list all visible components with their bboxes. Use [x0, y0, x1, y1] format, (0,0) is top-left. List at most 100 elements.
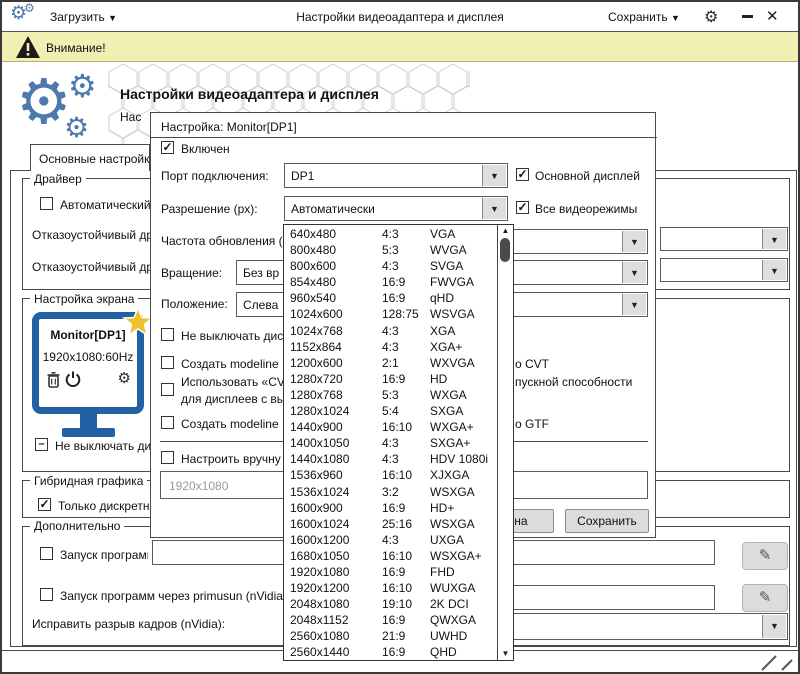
group-hybrid-title: Гибридная графика [30, 474, 147, 488]
manual-checkbox[interactable] [161, 451, 174, 464]
resolution-option-res: 1280x768 [290, 387, 382, 403]
scrollbar[interactable]: ▲ ▼ [497, 225, 513, 660]
resolution-option-ratio: 16:10 [382, 580, 430, 596]
resolution-option[interactable]: 1280x72016:9HD [284, 371, 497, 387]
monitor-gear-icon[interactable]: ⚙ [118, 369, 131, 387]
resolution-option[interactable]: 800x6004:3SVGA [284, 258, 497, 274]
resolution-option[interactable]: 1600x102425:16WSXGA [284, 516, 497, 532]
resolution-option-ratio: 16:9 [382, 612, 430, 628]
resolution-option[interactable]: 1680x105016:10WSXGA+ [284, 548, 497, 564]
resolution-option[interactable]: 854x48016:9FWVGA [284, 274, 497, 290]
trash-icon[interactable] [47, 372, 60, 388]
scrollbar-thumb[interactable] [500, 238, 510, 262]
run-programs-2-checkbox[interactable] [40, 588, 53, 601]
enabled-checkbox[interactable] [161, 141, 174, 154]
resolution-option[interactable]: 1920x108016:9FHD [284, 564, 497, 580]
resolution-option-ratio: 19:10 [382, 596, 430, 612]
run-programs-1-checkbox[interactable] [40, 547, 53, 560]
resolution-option-res: 1920x1200 [290, 580, 382, 596]
resolution-option-name: 2K DCI [430, 596, 497, 612]
tab-main-settings[interactable]: Основные настройки [30, 144, 150, 171]
use-cvt-checkbox[interactable] [161, 383, 174, 396]
resolution-option[interactable]: 1280x10245:4SXGA [284, 403, 497, 419]
resolution-option-ratio: 16:9 [382, 500, 430, 516]
chevron-down-icon[interactable] [622, 262, 646, 283]
chevron-down-icon[interactable] [482, 165, 506, 186]
rotation-value: Без вр [243, 266, 279, 280]
resolution-option[interactable]: 1600x90016:9HD+ [284, 500, 497, 516]
keep-on-checkbox[interactable] [35, 438, 48, 451]
resolution-option[interactable]: 640x4804:3VGA [284, 226, 497, 242]
manual-mode-placeholder: 1920x1080 [169, 479, 228, 493]
resolution-combo[interactable]: Автоматически [284, 196, 508, 221]
discrete-only-checkbox[interactable] [38, 498, 51, 511]
resolution-option[interactable]: 2560x144016:9QHD [284, 644, 497, 659]
chevron-down-icon[interactable] [762, 615, 786, 638]
resolution-option[interactable]: 1440x90016:10WXGA+ [284, 419, 497, 435]
resolution-option-name: WXGA+ [430, 419, 497, 435]
resolution-option-ratio: 16:9 [382, 290, 430, 306]
scroll-down-icon[interactable]: ▼ [498, 648, 513, 660]
chevron-down-icon[interactable] [762, 229, 786, 249]
chevron-down-icon[interactable] [482, 198, 506, 219]
enabled-label: Включен [181, 142, 230, 156]
resolution-option[interactable]: 2048x115216:9QWXGA [284, 612, 497, 628]
all-modes-label: Все видеорежимы [535, 202, 637, 216]
resolution-option-res: 2048x1152 [290, 612, 382, 628]
modeline-cvt-label-left: Создать modeline [181, 357, 279, 371]
resolution-option[interactable]: 1024x600128:75WSVGA [284, 306, 497, 322]
dialog-save-button[interactable]: Сохранить [565, 509, 649, 533]
resolution-option-res: 1600x1024 [290, 516, 382, 532]
resolution-option-ratio: 16:10 [382, 419, 430, 435]
page-logo-gear2-icon: ⚙ [68, 70, 97, 102]
chevron-down-icon[interactable] [622, 294, 646, 315]
resolution-option-name: WXGA [430, 387, 497, 403]
resolution-option[interactable]: 1536x10243:2WSXGA [284, 484, 497, 500]
auto-driver-checkbox[interactable] [40, 197, 53, 210]
position-value: Слева [243, 298, 278, 312]
power-icon[interactable] [65, 371, 81, 388]
monitor-stand-base [62, 428, 115, 437]
resolution-option-ratio: 16:9 [382, 274, 430, 290]
resolution-option[interactable]: 1440x10804:3HDV 1080i [284, 451, 497, 467]
failsafe-driver-combo-1[interactable] [660, 227, 788, 251]
edit-pencil-button-1[interactable]: ✎ [742, 542, 788, 570]
resolution-option-name: VGA [430, 226, 497, 242]
resolution-option[interactable]: 1152x8644:3XGA+ [284, 339, 497, 355]
resolution-option[interactable]: 960x54016:9qHD [284, 290, 497, 306]
chevron-down-icon[interactable] [762, 260, 786, 280]
port-value: DP1 [291, 169, 314, 183]
resolution-option[interactable]: 1024x7684:3XGA [284, 323, 497, 339]
edit-pencil-button-2[interactable]: ✎ [742, 584, 788, 612]
resolution-option[interactable]: 2048x108019:102K DCI [284, 596, 497, 612]
settings-gear-icon[interactable]: ⚙ [704, 7, 718, 27]
resolution-option[interactable]: 800x4805:3WVGA [284, 242, 497, 258]
resolution-option-name: SVGA [430, 258, 497, 274]
modeline-cvt-checkbox[interactable] [161, 356, 174, 369]
resolution-option[interactable]: 2560x108021:9UWHD [284, 628, 497, 644]
resolution-dropdown-list: 640x4804:3VGA800x4805:3WVGA800x6004:3SVG… [283, 224, 514, 661]
resolution-option[interactable]: 1600x12004:3UXGA [284, 532, 497, 548]
resolution-option[interactable]: 1400x10504:3SXGA+ [284, 435, 497, 451]
resolution-option[interactable]: 1920x120016:10WUXGA [284, 580, 497, 596]
port-combo[interactable]: DP1 [284, 163, 508, 188]
resolution-option[interactable]: 1200x6002:1WXVGA [284, 355, 497, 371]
save-menu-button[interactable]: Сохранить ▼ [608, 10, 680, 24]
resolution-option[interactable]: 1280x7685:3WXGA [284, 387, 497, 403]
modeline-gtf-checkbox[interactable] [161, 416, 174, 429]
resolution-option-ratio: 4:3 [382, 323, 430, 339]
minimize-button[interactable] [742, 15, 753, 18]
resize-grip[interactable] [760, 654, 794, 672]
close-button[interactable]: ✕ [766, 7, 779, 25]
scroll-up-icon[interactable]: ▲ [498, 225, 513, 237]
resolution-option-res: 1400x1050 [290, 435, 382, 451]
chevron-down-icon[interactable] [622, 231, 646, 252]
resolution-option-ratio: 5:3 [382, 242, 430, 258]
use-cvt-label-line2-left: для дисплеев с вы [181, 392, 285, 406]
resolution-option-name: HD+ [430, 500, 497, 516]
failsafe-driver-combo-2[interactable] [660, 258, 788, 282]
resolution-option[interactable]: 1536x96016:10XJXGA [284, 467, 497, 483]
primary-display-checkbox[interactable] [516, 168, 529, 181]
all-modes-checkbox[interactable] [516, 201, 529, 214]
keep-display-checkbox[interactable] [161, 328, 174, 341]
